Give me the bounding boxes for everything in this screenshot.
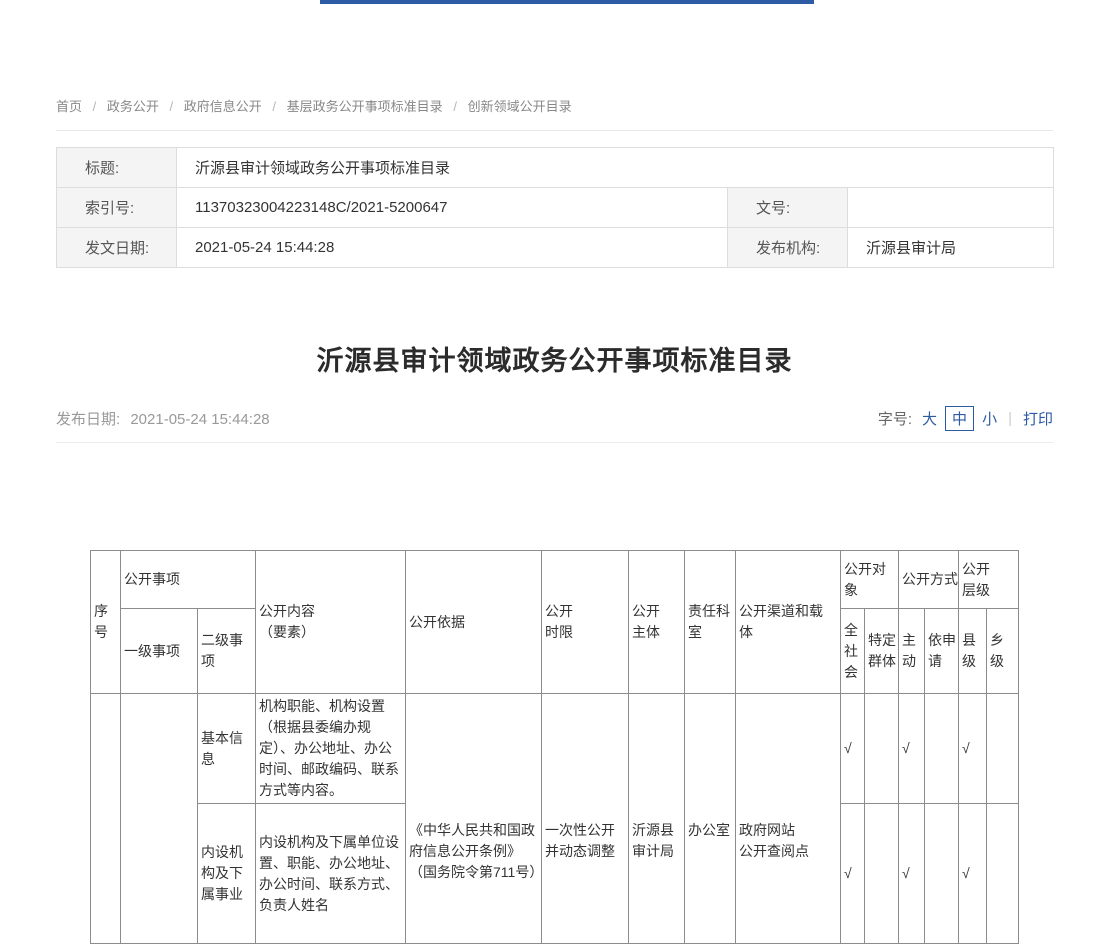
th-open-basis: 公开依据: [406, 551, 542, 694]
document-info-table: 标题: 沂源县审计领域政务公开事项标准目录 索引号: 1137032300422…: [56, 147, 1054, 268]
th-open-level: 公开 层级: [959, 551, 1019, 609]
cell-serial-number: [91, 694, 121, 944]
cell-responsible-dept: 办公室: [685, 694, 736, 944]
cell-check-proactive: √: [899, 804, 925, 944]
info-row-title: 标题: 沂源县审计领域政务公开事项标准目录: [57, 148, 1054, 188]
cell-check-proactive: √: [899, 694, 925, 804]
publish-date-value: 2021-05-24 15:44:28: [130, 411, 269, 428]
breadcrumb-item-current: 创新领域公开目录: [468, 99, 572, 114]
doc-number-value: [848, 188, 1054, 228]
cell-check-specific-group: [865, 804, 899, 944]
font-size-large-button[interactable]: 大: [922, 408, 937, 429]
th-township-level: 乡 级: [987, 609, 1019, 694]
th-open-items: 公开事项: [121, 551, 256, 609]
cell-check-on-request: [925, 694, 959, 804]
agency-value: 沂源县审计局: [848, 228, 1054, 268]
th-open-subject: 公开 主体: [629, 551, 685, 694]
page-content: 首页 / 政务公开 / 政府信息公开 / 基层政务公开事项标准目录 / 创新领域…: [56, 0, 1053, 944]
top-nav-bar-fragment: [320, 0, 814, 4]
breadcrumb-item-open-government[interactable]: 政务公开: [107, 99, 159, 114]
breadcrumb-item-home[interactable]: 首页: [56, 99, 82, 114]
catalog-header-row-1: 序号 公开事项 公开内容 （要素） 公开依据 公开 时限 公开 主体 责任科 室…: [91, 551, 1019, 609]
breadcrumb-item-standard-catalog[interactable]: 基层政务公开事项标准目录: [287, 99, 443, 114]
th-level1-item: 一级事项: [121, 609, 198, 694]
title-label: 标题:: [57, 148, 177, 188]
publish-date: 发布日期: 2021-05-24 15:44:28: [56, 408, 270, 429]
th-open-content: 公开内容 （要素）: [256, 551, 406, 694]
th-serial-number: 序号: [91, 551, 121, 694]
font-size-medium-button[interactable]: 中: [945, 406, 974, 431]
cell-check-county-level: √: [959, 804, 987, 944]
index-number-label: 索引号:: [57, 188, 177, 228]
th-county-level: 县 级: [959, 609, 987, 694]
tools-divider: |: [1008, 410, 1012, 427]
breadcrumb-item-gov-info-disclosure[interactable]: 政府信息公开: [184, 99, 262, 114]
catalog-table: 序号 公开事项 公开内容 （要素） 公开依据 公开 时限 公开 主体 责任科 室…: [90, 550, 1019, 944]
info-row-index: 索引号: 11370323004223148C/2021-5200647 文号:: [57, 188, 1054, 228]
article-meta-row: 发布日期: 2021-05-24 15:44:28 字号: 大 中 小 | 打印: [56, 406, 1053, 443]
breadcrumb-separator: /: [170, 99, 174, 114]
cell-open-time-limit: 一次性公开并动态调整: [542, 694, 629, 944]
info-row-date: 发文日期: 2021-05-24 15:44:28 发布机构: 沂源县审计局: [57, 228, 1054, 268]
article-tools: 字号: 大 中 小 | 打印: [878, 406, 1053, 431]
issue-date-value: 2021-05-24 15:44:28: [177, 228, 728, 268]
breadcrumb-separator: /: [453, 99, 457, 114]
catalog-table-container: 序号 公开事项 公开内容 （要素） 公开依据 公开 时限 公开 主体 责任科 室…: [90, 550, 1053, 944]
th-on-request: 依申 请: [925, 609, 959, 694]
font-size-small-button[interactable]: 小: [982, 408, 997, 429]
th-open-channel: 公开渠道和载 体: [736, 551, 841, 694]
title-value: 沂源县审计领域政务公开事项标准目录: [177, 148, 1054, 188]
cell-check-all-society: √: [841, 694, 865, 804]
cell-open-basis: 《中华人民共和国政府信息公开条例》（国务院令第711号）: [406, 694, 542, 944]
breadcrumb: 首页 / 政务公开 / 政府信息公开 / 基层政务公开事项标准目录 / 创新领域…: [56, 96, 1053, 131]
cell-check-county-level: √: [959, 694, 987, 804]
cell-check-all-society: √: [841, 804, 865, 944]
cell-level1-item: [121, 694, 198, 944]
page-title: 沂源县审计领域政务公开事项标准目录: [56, 342, 1053, 380]
publish-date-label: 发布日期:: [56, 411, 120, 428]
th-responsible-dept: 责任科 室: [685, 551, 736, 694]
th-all-society: 全 社 会: [841, 609, 865, 694]
cell-open-content: 内设机构及下属单位设置、职能、办公地址、办公时间、联系方式、负责人姓名: [256, 804, 406, 944]
cell-open-channel: 政府网站 公开查阅点: [736, 694, 841, 944]
th-open-target: 公开对 象: [841, 551, 899, 609]
cell-check-township-level: [987, 804, 1019, 944]
th-specific-group: 特定 群体: [865, 609, 899, 694]
font-size-label: 字号:: [878, 408, 912, 429]
cell-level2-item: 内设机构及下属事业: [198, 804, 256, 944]
cell-open-subject: 沂源县审计局: [629, 694, 685, 944]
print-button[interactable]: 打印: [1023, 408, 1053, 429]
th-open-time-limit: 公开 时限: [542, 551, 629, 694]
cell-check-on-request: [925, 804, 959, 944]
index-number-value: 11370323004223148C/2021-5200647: [177, 188, 728, 228]
cell-open-content: 机构职能、机构设置（根据县委编办规定）、办公地址、办公时间、邮政编码、联系方式等…: [256, 694, 406, 804]
issue-date-label: 发文日期:: [57, 228, 177, 268]
breadcrumb-separator: /: [272, 99, 276, 114]
catalog-row-basic-info: 基本信息 机构职能、机构设置（根据县委编办规定）、办公地址、办公时间、邮政编码、…: [91, 694, 1019, 804]
breadcrumb-separator: /: [93, 99, 97, 114]
agency-label: 发布机构:: [728, 228, 848, 268]
cell-check-specific-group: [865, 694, 899, 804]
cell-check-township-level: [987, 694, 1019, 804]
th-proactive: 主 动: [899, 609, 925, 694]
th-open-method: 公开方式: [899, 551, 959, 609]
th-level2-item: 二级事 项: [198, 609, 256, 694]
cell-level2-item: 基本信息: [198, 694, 256, 804]
doc-number-label: 文号:: [728, 188, 848, 228]
